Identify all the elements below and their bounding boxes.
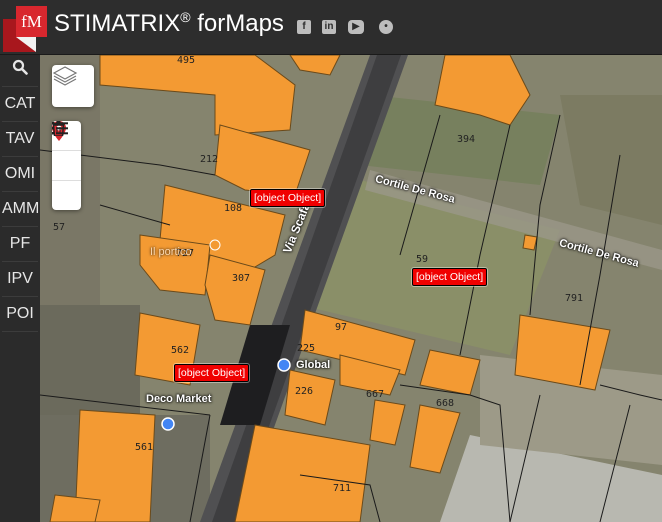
list-icon[interactable] bbox=[52, 122, 81, 180]
parcel-number: 495 bbox=[177, 55, 196, 66]
parcel-label[interactable]: [object Object] bbox=[250, 189, 326, 207]
parcel-number: 108 bbox=[224, 203, 243, 214]
sidebar-item-tav[interactable]: TAV bbox=[2, 122, 38, 157]
sidebar: CAT TAV OMI AMM PF IPV POI bbox=[0, 55, 40, 522]
parcel-number: 97 bbox=[335, 322, 348, 333]
layers-control[interactable] bbox=[52, 65, 94, 107]
parcel-number: 668 bbox=[436, 398, 455, 409]
app-header: fM STIMATRIX® forMaps f in ▶ • bbox=[0, 0, 662, 55]
map-imagery bbox=[40, 55, 662, 522]
facebook-icon[interactable]: f bbox=[297, 20, 311, 34]
parcel-number: 212 bbox=[200, 154, 219, 165]
app-logo[interactable]: fM bbox=[3, 6, 47, 52]
linkedin-icon[interactable]: in bbox=[322, 20, 336, 34]
trash-icon[interactable] bbox=[52, 121, 81, 210]
layers-icon[interactable] bbox=[52, 65, 94, 107]
parcel-number: 394 bbox=[457, 134, 476, 145]
parcel-number: 562 bbox=[171, 345, 190, 356]
parcel-number: 307 bbox=[232, 273, 251, 284]
parcel-number: 791 bbox=[565, 293, 584, 304]
draw-toolbar bbox=[52, 121, 81, 210]
place-label: Il portico bbox=[150, 246, 192, 258]
youtube-icon[interactable]: ▶ bbox=[348, 20, 364, 34]
sidebar-item-omi[interactable]: OMI bbox=[2, 157, 38, 192]
sidebar-item-amm[interactable]: AMM bbox=[2, 192, 39, 227]
parcel-number: 59 bbox=[416, 254, 429, 265]
parcel-label[interactable]: [object Object] bbox=[174, 364, 250, 382]
parcel-number: 561 bbox=[135, 442, 154, 453]
sidebar-item-ipv[interactable]: IPV bbox=[2, 262, 38, 297]
cookie-icon[interactable]: • bbox=[379, 20, 393, 34]
map-canvas[interactable]: 495 394 212 108 57 727 307 59 791 97 562… bbox=[40, 55, 662, 522]
parcel-number: 226 bbox=[295, 386, 314, 397]
search-icon[interactable] bbox=[2, 55, 38, 87]
app-title: STIMATRIX® forMaps bbox=[54, 9, 284, 37]
sidebar-item-poi[interactable]: POI bbox=[2, 297, 38, 332]
parcel-number: 711 bbox=[333, 483, 352, 494]
logo-text: fM bbox=[16, 6, 47, 37]
parcel-number: 667 bbox=[366, 389, 385, 400]
parcel-number: 57 bbox=[53, 222, 66, 233]
parcel-label[interactable]: [object Object] bbox=[412, 268, 488, 286]
sidebar-item-pf[interactable]: PF bbox=[2, 227, 38, 262]
place-label: Deco Market bbox=[146, 393, 212, 405]
sidebar-item-cat[interactable]: CAT bbox=[2, 87, 38, 122]
parcel-number: 225 bbox=[297, 343, 316, 354]
place-label: Global bbox=[296, 359, 331, 371]
